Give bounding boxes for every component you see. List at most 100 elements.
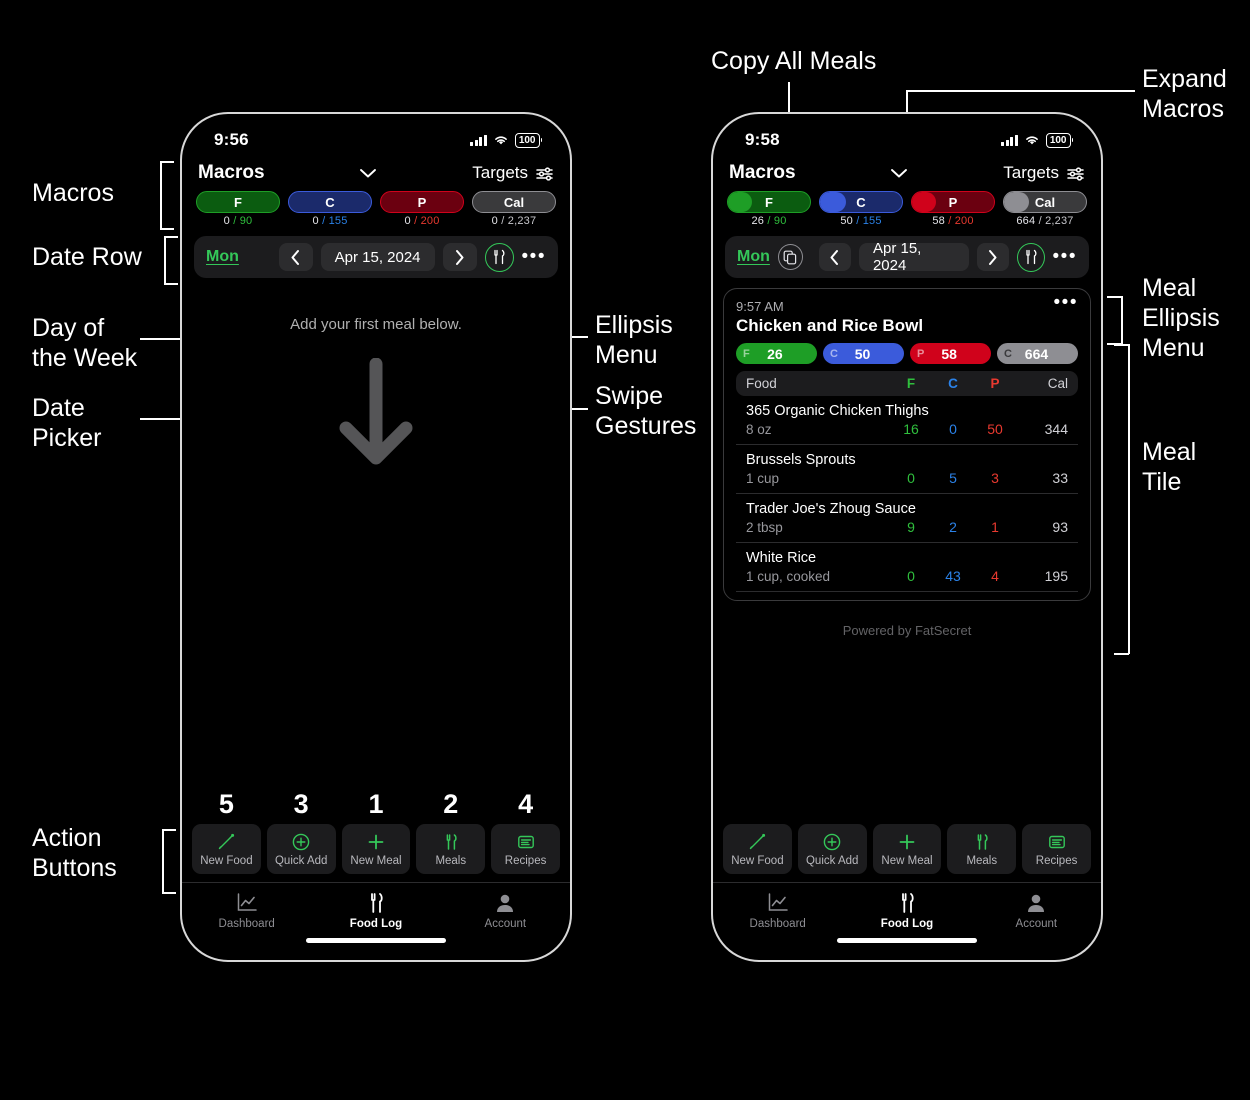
macro-pill-f[interactable]: F 26 / 90 [727,191,811,227]
tab-label: Account [1015,917,1058,930]
food-protein: 1 [991,519,999,535]
macro-pill-track: C [288,191,372,213]
macro-pill-label: F [234,194,242,210]
macro-pill-cal[interactable]: Cal 0 / 2,237 [472,191,556,227]
sliders-icon [1067,166,1084,181]
food-row[interactable]: White Rice 1 cup, cooked 0 43 4 195 [736,543,1078,592]
action-button-new-meal[interactable]: New Meal [341,824,411,874]
action-button-meals[interactable]: Meals [947,824,1017,874]
person-icon [1024,892,1048,914]
macro-pill-p[interactable]: P 58 / 200 [911,191,995,227]
next-day-button[interactable] [976,243,1009,271]
date-row-right: Mon Apr 15, 2024 ••• [725,236,1089,278]
action-button-meals[interactable]: Meals [416,824,486,874]
food-name: Brussels Sprouts [746,452,856,468]
recipe-card-icon [1047,832,1067,852]
meal-total-value: 26 [767,345,783,362]
food-protein: 50 [987,421,1003,437]
macros-title: Macros [729,162,796,183]
targets-button[interactable]: Targets [472,163,554,183]
fork-knife-icon [895,892,919,914]
plus-circle-icon [291,832,311,852]
wifi-icon [494,136,507,145]
prev-day-button[interactable] [278,243,313,271]
annotation-meal-tile: Meal Tile [1142,438,1197,496]
step-number: 5 [218,789,234,819]
tab-food-log[interactable]: Food Log [842,892,971,930]
callout-meal-tile-bracket-top [1114,344,1129,346]
add-meal-button[interactable] [1016,242,1045,272]
macro-pill-label: C [325,194,335,210]
tab-dashboard[interactable]: Dashboard [182,892,311,930]
copy-documents-icon [783,250,797,264]
meal-tile[interactable]: 9:57 AM ••• Chicken and Rice Bowl F 26 C 50… [723,288,1091,601]
tab-label: Food Log [880,917,934,930]
day-of-week-button[interactable]: Mon [206,248,239,266]
prev-day-button[interactable] [818,243,851,271]
action-button-label: New Meal [350,854,402,867]
chevron-down-icon[interactable] [355,166,381,180]
plus-icon [897,832,917,852]
meal-macro-totals: F 26 C 50 P 58 C 664 [736,343,1078,364]
next-day-button[interactable] [442,243,477,271]
food-serving: 8 oz [746,421,772,437]
callout-meal-tile-bracket [1128,344,1130,654]
date-picker-button[interactable]: Apr 15, 2024 [858,240,969,274]
meal-ellipsis-menu-button[interactable]: ••• [1054,293,1078,312]
action-button-new-meal[interactable]: New Meal [872,824,942,874]
ellipsis-menu-button[interactable]: ••• [1053,247,1077,266]
tab-label: Dashboard [218,917,275,930]
macro-pill-label: P [417,194,427,210]
food-calories: 93 [1052,519,1068,535]
callout-bracket-macros-top [160,161,174,163]
phone-left-empty-state: 9:56 100 Macros Targets F 0 / 90 C 0 / 1… [180,112,572,962]
food-row[interactable]: Trader Joe's Zhoug Sauce 2 tbsp 9 2 1 93 [736,494,1078,543]
action-button-new-food[interactable]: New Food [192,824,261,874]
tab-account[interactable]: Account [441,892,570,930]
action-button-quick-add[interactable]: Quick Add [266,824,336,874]
tab-food-log[interactable]: Food Log [311,892,440,930]
sliders-icon [536,166,553,181]
tab-label: Food Log [349,917,403,930]
phone-right-with-meal: 9:58 100 Macros Targets F 26 / 90 C 50 /… [711,112,1103,962]
action-button-label: New Food [200,854,253,867]
action-button-quick-add[interactable]: Quick Add [797,824,867,874]
callout-meal-ellipsis-bracket-top [1107,296,1122,298]
macros-title: Macros [198,162,265,183]
macro-pill-c[interactable]: C 50 / 155 [819,191,903,227]
tab-account[interactable]: Account [972,892,1101,930]
action-button-recipes[interactable]: Recipes [1022,824,1091,874]
macro-pill-f[interactable]: F 0 / 90 [196,191,280,227]
macro-pill-p[interactable]: P 0 / 200 [380,191,464,227]
food-fat: 9 [907,519,915,535]
targets-button[interactable]: Targets [1003,163,1085,183]
date-picker-button[interactable]: Apr 15, 2024 [320,243,435,271]
action-button-label: New Meal [881,854,933,867]
chevron-down-icon[interactable] [886,166,912,180]
macro-pill-progress: 26 / 90 [751,215,787,227]
copy-all-meals-button[interactable] [777,244,803,270]
macro-pill-c[interactable]: C 0 / 155 [288,191,372,227]
food-carbs: 0 [949,421,957,437]
day-of-week-button[interactable]: Mon [737,248,770,266]
macro-pill-label: Cal [1034,194,1056,210]
tab-label: Dashboard [749,917,806,930]
add-meal-button[interactable] [484,242,514,272]
food-calories: 33 [1052,470,1068,486]
food-row[interactable]: Brussels Sprouts 1 cup 0 5 3 33 [736,445,1078,494]
action-button-new-food[interactable]: New Food [723,824,792,874]
callout-bracket-date-row-top [164,236,178,238]
food-name: 365 Organic Chicken Thighs [746,403,929,419]
food-row[interactable]: 365 Organic Chicken Thighs 8 oz 16 0 50 344 [736,396,1078,445]
macro-pill-cal[interactable]: Cal 664 / 2,237 [1003,191,1087,227]
tab-bar-right: Dashboard Food Log Account [713,882,1101,938]
tab-dashboard[interactable]: Dashboard [713,892,842,930]
wifi-icon [1025,136,1038,145]
macro-pill-fill [820,192,847,212]
ellipsis-menu-button[interactable]: ••• [522,247,546,266]
status-bar: 9:58 100 [713,114,1101,158]
action-button-recipes[interactable]: Recipes [491,824,560,874]
macro-pill-progress: 58 / 200 [932,215,974,227]
action-button-label: Quick Add [274,854,328,867]
food-carbs: 2 [949,519,957,535]
